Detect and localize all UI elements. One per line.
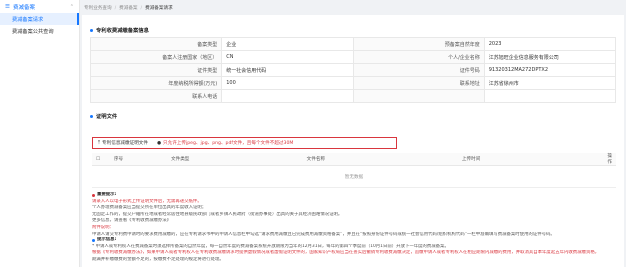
table-row: 备案类型 企业 预备案自然年度 2023 bbox=[89, 37, 617, 51]
info-icon: ● bbox=[156, 140, 161, 146]
field-label: 个人/企业名称 bbox=[352, 50, 485, 64]
field-value bbox=[221, 89, 354, 103]
field-value: 江苏旭旺企业信息服务有限公司 bbox=[483, 50, 617, 64]
field-value: CN bbox=[221, 50, 354, 64]
note-line: 期满并补缴缴费的金额不足的，按缴费不足处理的规定将进行处理。 bbox=[92, 256, 224, 262]
field-value: 100 bbox=[221, 76, 354, 90]
note-line: 更多信息，请查看《专利收费减缴办法》 bbox=[92, 218, 612, 225]
sidebar-item-label: 费减备案公共查询 bbox=[12, 28, 54, 35]
bullet-icon bbox=[92, 238, 95, 242]
chevron-up-icon: ⌃ bbox=[69, 3, 74, 10]
breadcrumb-item[interactable]: 费减备案 bbox=[119, 5, 137, 11]
field-label: 证件类型 bbox=[89, 63, 223, 77]
field-label: 备案人注册国家（地区） bbox=[89, 50, 223, 64]
main-panel: 专利收费减缴备案信息 备案类型 企业 预备案自然年度 2023 备案人注册国家（… bbox=[82, 15, 624, 267]
field-label: 联系地址 bbox=[352, 76, 485, 90]
upload-hint-text: 只允许上传jpeg、jpg、png、pdf文件，且每个文件不超过30M bbox=[163, 141, 294, 146]
files-table: ☐ 序号 文件类型 文件名称 上传时间 操作 暂无数据 bbox=[92, 153, 616, 188]
field-label: 证件号码 bbox=[352, 63, 485, 77]
note-line: 根据《专利收费减缴办法》，如果申请人或者专利权人在专利收费减缴请求时提供虚假情况… bbox=[92, 250, 600, 256]
sidebar-group-title: 费减备案 bbox=[12, 4, 35, 11]
column-header: 操作 bbox=[603, 153, 616, 166]
table-row: 备案人注册国家（地区） CN 个人/企业名称 江苏旭旺企业信息服务有限公司 bbox=[89, 50, 617, 64]
upload-area: ⤒ 专利信息减缴证明文件 ● 只允许上传jpeg、jpg、png、pdf文件，且… bbox=[92, 137, 397, 149]
sidebar-item-fee-reduction-request[interactable]: 费减备案请求 bbox=[0, 13, 79, 25]
menu-icon: ☰ bbox=[5, 3, 10, 10]
table-header-row: ☐ 序号 文件类型 文件名称 上传时间 操作 bbox=[92, 153, 616, 166]
upload-button[interactable]: ⤒ 专利信息减缴证明文件 bbox=[98, 140, 148, 146]
table-row: 证件类型 统一社会信用代码 证件号码 91320312MA272DPTX2 bbox=[89, 63, 617, 77]
sidebar-item-fee-reduction-query[interactable]: 费减备案公共查询 bbox=[0, 25, 79, 37]
important-notes: 重要提示: 请录入人以电子形式上传证明文件后，无需再递交纸件。 个人办理费减备案… bbox=[92, 192, 612, 238]
table-row: 年度纳税所得额(万元) 100 联系地址 江苏省徐州市 bbox=[89, 76, 617, 90]
field-label: 联系人电话 bbox=[89, 89, 223, 103]
sidebar-item-label: 费减备案请求 bbox=[12, 16, 44, 23]
note-line: 无固定工作的，提交户籍所在地或者经常居住地县级民政部门或者乡镇人民政府（街道办事… bbox=[92, 211, 343, 217]
breadcrumb: 专利业务查询 / 费减备案 / 费减备案请求 bbox=[84, 2, 173, 14]
bullet-icon bbox=[90, 114, 93, 118]
section-title-documents: 证明文件 bbox=[90, 112, 117, 120]
bullet-icon bbox=[92, 193, 95, 197]
table-row: 暂无数据 bbox=[92, 165, 616, 188]
notes-heading-text: 提示信息: bbox=[97, 237, 117, 242]
field-label: 预备案自然年度 bbox=[352, 37, 485, 51]
section-title-text: 专利收费减缴备案信息 bbox=[96, 28, 149, 34]
breadcrumb-current: 费减备案请求 bbox=[145, 6, 173, 11]
note-link[interactable]: 更多信息，请查看《专利收费减缴办法》 bbox=[92, 218, 171, 223]
note-line: 请录入人以电子形式上传证明文件后，无需再递交纸件。 bbox=[92, 198, 202, 204]
upload-icon: ⤒ bbox=[98, 141, 101, 146]
notes-heading: 提示信息: bbox=[92, 237, 612, 244]
column-header: 序号 bbox=[109, 153, 168, 166]
note-line: 个人办理费减备案应当提交所在单位出具的年度收入证明； bbox=[92, 205, 207, 211]
field-label: 备案类型 bbox=[89, 37, 223, 51]
column-header: 文件名称 bbox=[302, 153, 458, 166]
section-title-text: 证明文件 bbox=[96, 114, 118, 120]
upload-button-label: 专利信息减缴证明文件 bbox=[102, 141, 148, 146]
breadcrumb-separator: / bbox=[140, 5, 143, 11]
field-value: 统一社会信用代码 bbox=[221, 63, 354, 77]
field-value: 91320312MA272DPTX2 bbox=[483, 63, 617, 77]
sidebar-group-header[interactable]: ☰ 费减备案 ⌃ bbox=[0, 0, 79, 13]
fee-info-table: 备案类型 企业 预备案自然年度 2023 备案人注册国家（地区） CN 个人/企… bbox=[89, 37, 617, 103]
sidebar: ☰ 费减备案 ⌃ 费减备案请求 费减备案公共查询 bbox=[0, 0, 80, 267]
breadcrumb-separator: / bbox=[114, 5, 117, 11]
note-line: * 申请人或专利权人在费减备案时须选择所备案的自然年度，每一自然年度的费减备案系… bbox=[92, 243, 449, 249]
note-line: 附件说明： bbox=[92, 224, 114, 230]
field-value bbox=[483, 89, 617, 103]
breadcrumb-item[interactable]: 专利业务查询 bbox=[84, 5, 112, 11]
hint-notes: 提示信息: * 申请人或专利权人在费减备案时须选择所备案的自然年度，每一自然年度… bbox=[92, 237, 612, 263]
upload-hint: ● 只允许上传jpeg、jpg、png、pdf文件，且每个文件不超过30M bbox=[156, 140, 294, 147]
bullet-icon bbox=[90, 28, 93, 32]
table-row: 联系人电话 bbox=[89, 89, 617, 103]
field-label bbox=[352, 89, 485, 103]
field-value: 企业 bbox=[221, 37, 354, 51]
section-title-fee-info: 专利收费减缴备案信息 bbox=[90, 26, 149, 34]
field-label: 年度纳税所得额(万元) bbox=[89, 76, 223, 90]
field-value: 2023 bbox=[483, 37, 617, 51]
empty-state: 暂无数据 bbox=[92, 165, 616, 188]
field-value: 江苏省徐州市 bbox=[483, 76, 617, 90]
notes-heading: 重要提示: bbox=[92, 192, 612, 199]
select-all-checkbox[interactable]: ☐ bbox=[92, 153, 110, 166]
column-header: 上传时间 bbox=[457, 153, 604, 166]
notes-heading-text: 重要提示: bbox=[97, 192, 117, 197]
column-header: 文件类型 bbox=[167, 153, 303, 166]
